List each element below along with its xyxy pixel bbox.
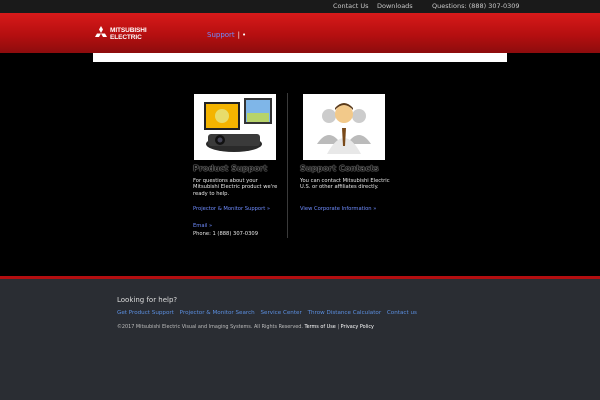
footer-help-heading: Looking for help? — [117, 296, 178, 304]
footer-link-service-center[interactable]: Service Center — [261, 310, 302, 316]
terms-of-use-link[interactable]: Terms of Use — [304, 324, 335, 330]
view-corporate-information-link[interactable]: View Corporate Information » — [300, 206, 376, 212]
footer-divider: | — [337, 324, 340, 330]
copyright: ©2017 Mitsubishi Electric Visual and Ima… — [117, 324, 374, 330]
white-strip — [93, 53, 507, 62]
copyright-text: ©2017 Mitsubishi Electric Visual and Ima… — [117, 324, 303, 330]
nav-support-link[interactable]: Support — [207, 31, 235, 39]
footer-link-projector-monitor-search[interactable]: Projector & Monitor Search — [180, 310, 255, 316]
mitsubishi-logo[interactable]: MITSUBISHI ELECTRIC — [93, 26, 153, 44]
business-people-image — [303, 94, 385, 160]
support-contacts-heading: Support Contacts — [300, 164, 379, 173]
logo-line-1: MITSUBISHI — [110, 27, 147, 34]
footer-link-throw-distance-calculator[interactable]: Throw Distance Calculator — [308, 310, 382, 316]
downloads-link[interactable]: Downloads — [377, 2, 413, 10]
footer — [0, 279, 600, 400]
projector-monitor-support-link[interactable]: Projector & Monitor Support » — [193, 206, 270, 212]
support-phone: Phone: 1 (888) 307-0309 — [193, 231, 258, 237]
nav-separator: | — [237, 31, 241, 39]
footer-links: Get Product Support Projector & Monitor … — [117, 310, 421, 316]
support-contacts-text: You can contact Mitsubishi Electric U.S.… — [300, 178, 390, 191]
footer-link-contact-us[interactable]: Contact us — [387, 310, 417, 316]
logo-line-2: ELECTRIC — [110, 34, 142, 41]
logo-text: MITSUBISHI ELECTRIC — [110, 27, 147, 41]
column-divider — [287, 93, 288, 238]
top-utility-bar: Contact Us Downloads Questions: (888) 30… — [0, 0, 600, 13]
support-nav: Support | • — [207, 31, 246, 39]
footer-link-get-product-support[interactable]: Get Product Support — [117, 310, 174, 316]
three-diamonds-icon — [95, 26, 107, 37]
contact-us-link[interactable]: Contact Us — [333, 2, 369, 10]
questions-phone: Questions: (888) 307-0309 — [432, 2, 520, 10]
nav-dropdown-dot-icon[interactable]: • — [242, 31, 246, 39]
product-support-text: For questions about your Mitsubishi Elec… — [193, 178, 278, 197]
projector-and-monitor-image — [194, 94, 276, 160]
email-link[interactable]: Email » — [193, 223, 212, 229]
product-support-heading: Product Support — [193, 164, 268, 173]
privacy-policy-link[interactable]: Privacy Policy — [341, 324, 374, 330]
header-bar — [0, 13, 600, 53]
